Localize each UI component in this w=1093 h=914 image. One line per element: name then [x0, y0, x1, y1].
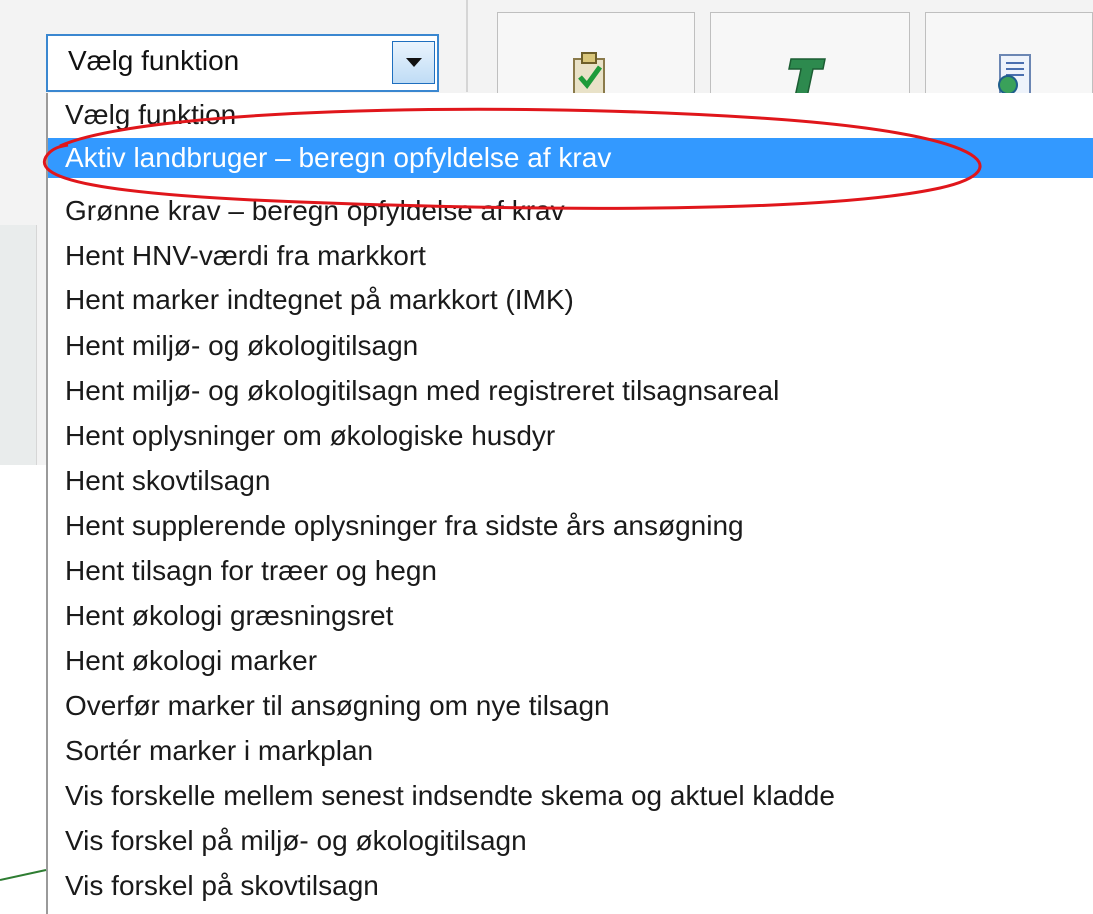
document-globe-icon [998, 54, 1031, 96]
option-sorter-marker[interactable]: Sortér marker i markplan [48, 731, 1093, 771]
option-hent-supplerende[interactable]: Hent supplerende oplysninger fra sidste … [48, 506, 1093, 546]
option-vaelg-funktion[interactable]: Vælg funktion [48, 95, 1093, 135]
green-t-icon [788, 58, 826, 97]
left-panel [0, 0, 48, 914]
toolbar-button-check[interactable] [497, 12, 695, 97]
option-overfor-marker[interactable]: Overfør marker til ansøgning om nye tils… [48, 686, 1093, 726]
option-vis-forskelle[interactable]: Vis forskelle mellem senest indsendte sk… [48, 776, 1093, 816]
chevron-down-icon [406, 58, 422, 67]
option-vis-forskel-skov[interactable]: Vis forskel på skovtilsagn [48, 866, 1093, 906]
option-hent-traeer[interactable]: Hent tilsagn for træer og hegn [48, 551, 1093, 591]
option-vis-forskel-miljo[interactable]: Vis forskel på miljø- og økologitilsagn [48, 821, 1093, 861]
option-hent-miljo[interactable]: Hent miljø- og økologitilsagn [48, 326, 1093, 366]
option-hent-imk[interactable]: Hent marker indtegnet på markkort (IMK) [48, 280, 1093, 320]
option-hent-skovtilsagn[interactable]: Hent skovtilsagn [48, 461, 1093, 501]
option-aktiv-landbruger[interactable]: Aktiv landbruger – beregn opfyldelse af … [48, 138, 1093, 178]
select-value: Vælg funktion [68, 45, 240, 76]
clipboard-check-icon [573, 52, 605, 97]
toolbar-button-t[interactable] [710, 12, 910, 97]
function-dropdown-list: Vælg funktion Aktiv landbruger – beregn … [46, 93, 1093, 914]
toolbar-divider [466, 0, 468, 92]
toolbar-button-document[interactable] [925, 12, 1093, 96]
option-gronne-krav[interactable]: Grønne krav – beregn opfyldelse af krav [48, 191, 1093, 231]
option-hent-okologi-marker[interactable]: Hent økologi marker [48, 641, 1093, 681]
dropdown-arrow-button[interactable] [392, 41, 435, 84]
function-select[interactable]: Vælg funktion [46, 34, 439, 92]
option-hent-graesningsret[interactable]: Hent økologi græsningsret [48, 596, 1093, 636]
option-hent-hnv[interactable]: Hent HNV-værdi fra markkort [48, 236, 1093, 276]
option-hent-miljo-areal[interactable]: Hent miljø- og økologitilsagn med regist… [48, 371, 1093, 411]
option-hent-husdyr[interactable]: Hent oplysninger om økologiske husdyr [48, 416, 1093, 456]
